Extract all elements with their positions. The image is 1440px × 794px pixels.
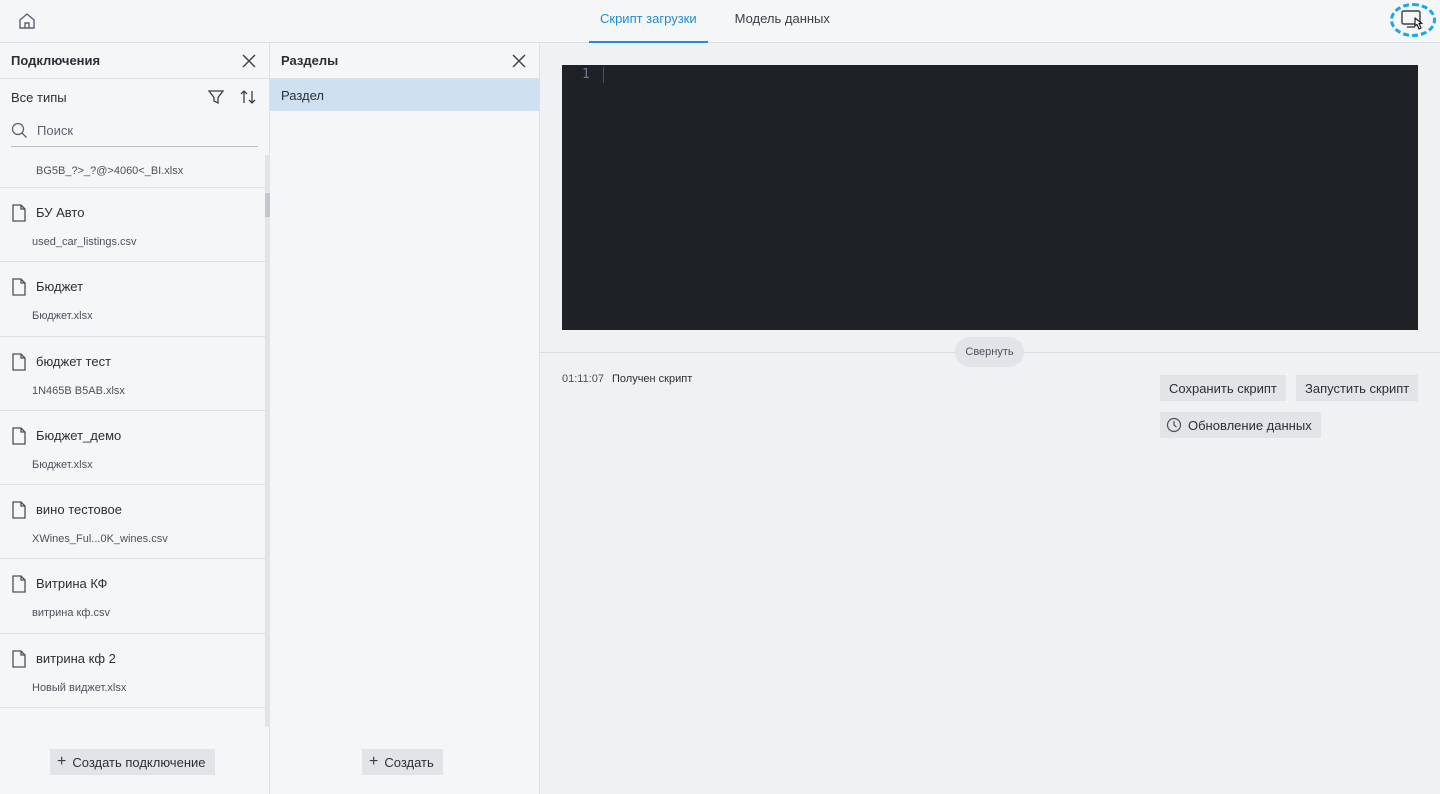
line-number: 1 — [582, 67, 590, 82]
document-icon — [12, 575, 26, 594]
list-item[interactable]: витрина кф 2 Новый виджет.xlsx — [0, 634, 265, 709]
connection-name: Бюджет — [36, 279, 84, 295]
sections-panel: Разделы Раздел + Создать — [270, 43, 540, 794]
sort-button[interactable] — [238, 87, 258, 107]
list-item[interactable]: БУ Авто used_car_listings.csv — [0, 188, 265, 263]
search-box — [11, 115, 258, 147]
document-icon — [12, 352, 26, 371]
connection-name: Витрина КФ — [36, 576, 108, 592]
connections-header: Подключения — [0, 43, 269, 79]
document-icon — [12, 278, 26, 296]
connection-name: бюджет тест — [36, 353, 112, 369]
connection-name: Бюджет_демо — [36, 427, 122, 443]
section-item[interactable]: Раздел — [270, 79, 539, 111]
document-icon — [12, 501, 26, 519]
list-item[interactable]: Бюджет Бюджет.xlsx — [0, 262, 265, 337]
data-refresh-button[interactable]: Обновление данных — [1160, 412, 1321, 438]
list-item[interactable]: Витрина КФ витрина кф.csv — [0, 559, 265, 634]
search-input[interactable] — [37, 123, 237, 138]
create-section-button[interactable]: + Создать — [362, 749, 443, 775]
connection-file: 1N465B B5AB.xlsx — [32, 384, 125, 397]
connection-file: BG5B_?>_?@>4060<_BI.xlsx — [36, 165, 184, 177]
connection-file: Новый виджет.xlsx — [32, 681, 127, 694]
close-sections-button[interactable] — [510, 52, 528, 70]
tab-bar: Скрипт загрузки Модель данных — [589, 0, 857, 43]
list-item[interactable]: Бюджет_демо Бюджет.xlsx — [0, 411, 265, 486]
data-refresh-label: Обновление данных — [1188, 417, 1312, 433]
search-icon — [11, 122, 27, 138]
filter-button[interactable] — [206, 87, 226, 107]
close-icon — [512, 54, 526, 67]
close-connections-button[interactable] — [240, 52, 258, 70]
document-icon — [12, 204, 26, 222]
type-filter-row: Все типы — [0, 79, 269, 115]
connection-file: витрина кф.csv — [32, 607, 110, 620]
save-script-label: Сохранить скрипт — [1169, 380, 1277, 396]
connection-name: витрина кф 2 — [36, 650, 116, 666]
script-workspace: 1 Свернуть 01:11:07 Получен скрипт Сохра… — [540, 43, 1440, 794]
type-filter-label[interactable]: Все типы — [11, 90, 67, 105]
connection-file: used_car_listings.csv — [32, 236, 137, 248]
connections-list: BG5B_?>_?@>4060<_BI.xlsx БУ Авто used_ca… — [0, 155, 265, 727]
home-button[interactable] — [16, 10, 38, 32]
run-script-label: Запустить скрипт — [1305, 380, 1410, 396]
create-connection-label: Создать подключение — [72, 754, 206, 770]
connections-title: Подключения — [11, 53, 101, 68]
log-timestamp: 01:11:07 — [562, 373, 605, 385]
connection-file: XWines_Ful...0K_wines.csv — [32, 533, 168, 546]
tab-load-script[interactable]: Скрипт загрузки — [589, 0, 708, 43]
close-icon — [242, 54, 256, 67]
filter-icon — [207, 90, 225, 105]
plus-icon: + — [57, 753, 67, 770]
connection-name: БУ Авто — [36, 205, 85, 220]
collapse-button[interactable]: Свернуть — [955, 337, 1024, 367]
connection-file: Бюджет.xlsx — [32, 310, 93, 323]
list-item-partial[interactable]: BG5B_?>_?@>4060<_BI.xlsx — [0, 155, 265, 188]
screen-button[interactable] — [1390, 3, 1436, 37]
monitor-cursor-icon — [1401, 10, 1423, 30]
list-item[interactable]: бюджет тест 1N465B B5AB.xlsx — [0, 337, 265, 411]
plus-icon: + — [369, 753, 379, 770]
create-section-label: Создать — [384, 754, 434, 770]
document-icon — [12, 650, 26, 668]
connections-panel: Подключения Все типы BG5B_?>_?@>4060<_BI… — [0, 43, 270, 794]
document-icon — [12, 427, 26, 445]
list-item[interactable]: вино тестовое XWines_Ful...0K_wines.csv — [0, 485, 265, 560]
connection-name: вино тестовое — [36, 502, 122, 518]
top-bar: Скрипт загрузки Модель данных — [0, 0, 1440, 43]
code-editor[interactable]: 1 — [562, 65, 1418, 330]
text-caret — [603, 67, 604, 83]
run-script-button[interactable]: Запустить скрипт — [1296, 375, 1419, 401]
connection-file: Бюджет.xlsx — [32, 458, 93, 471]
tab-data-model[interactable]: Модель данных — [724, 0, 841, 43]
sort-icon — [240, 90, 256, 104]
home-icon — [19, 13, 35, 29]
create-connection-button[interactable]: + Создать подключение — [50, 749, 215, 775]
clock-icon — [1166, 417, 1182, 433]
save-script-button[interactable]: Сохранить скрипт — [1160, 375, 1286, 401]
log-message: Получен скрипт — [612, 373, 693, 385]
sections-title: Разделы — [281, 53, 339, 68]
sections-header: Разделы — [270, 43, 539, 79]
section-label: Раздел — [281, 87, 324, 103]
